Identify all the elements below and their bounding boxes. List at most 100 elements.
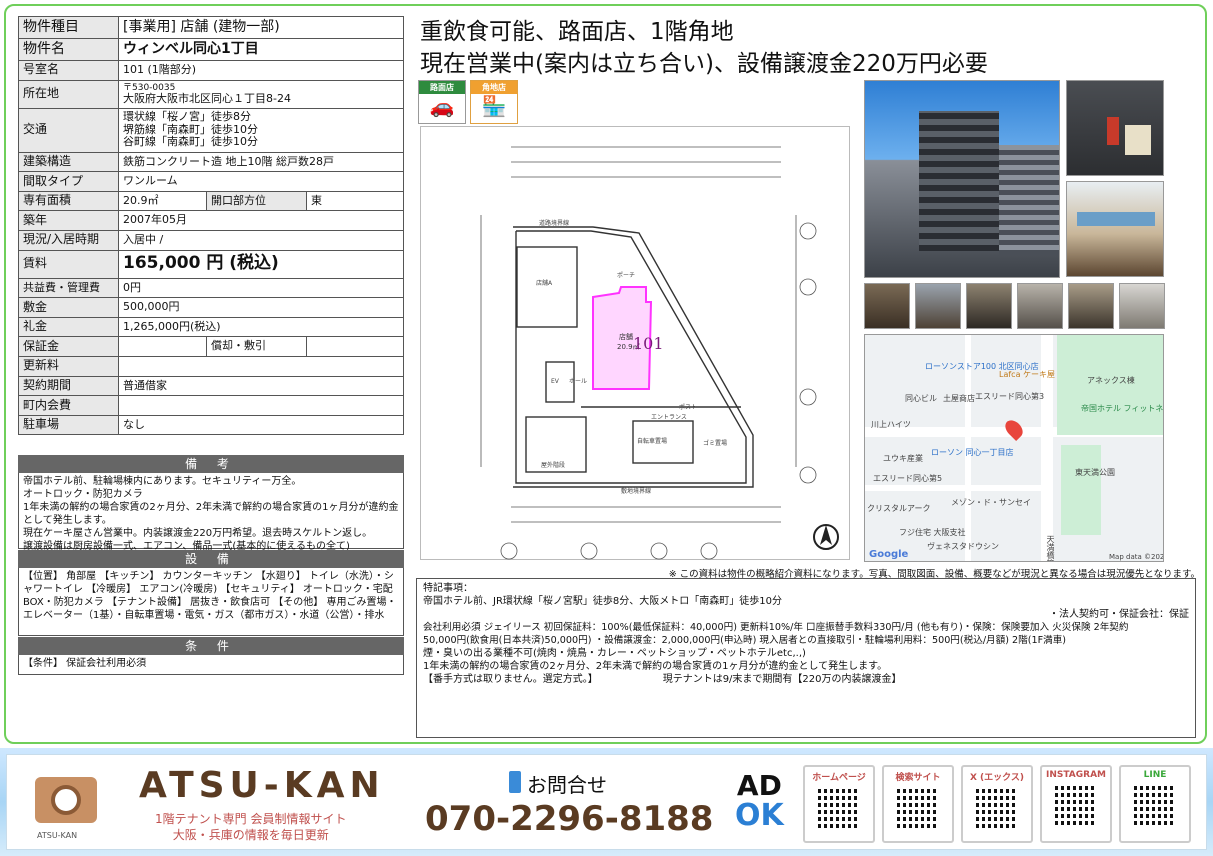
notes-line: 会社利用必須 ジェイリース 初回保証料：100%(最低保証料：40,000円) … xyxy=(423,622,1129,633)
thumbnail-photo[interactable] xyxy=(864,283,910,329)
footer-inner: ATSU-KAN ATSU-KAN 1階テナント専門 会員制情報サイト 大阪・兵… xyxy=(6,754,1207,850)
key-money-label: 礼金 xyxy=(18,316,119,338)
ok-text: OK xyxy=(735,798,784,833)
key-money-value: 1,265,000円(税込) xyxy=(118,316,404,338)
location-pin-icon xyxy=(1001,416,1027,442)
store-a-label: 店舗A xyxy=(536,279,553,287)
area-value: 20.9㎡ xyxy=(118,190,207,212)
qr-line[interactable]: LINE xyxy=(1119,765,1191,843)
qr-label: LINE xyxy=(1143,770,1167,780)
name-value: ウィンベル同心1丁目 xyxy=(118,38,404,61)
store-room-number: 101 xyxy=(633,334,664,353)
opening-value: 東 xyxy=(306,190,404,212)
remarks-header: 備 考 xyxy=(18,455,404,473)
thumbnail-photo[interactable] xyxy=(1119,283,1165,329)
qr-homepage[interactable]: ホームページ xyxy=(803,765,875,843)
qr-label: X (エックス) xyxy=(969,773,1025,783)
qr-code-icon xyxy=(1055,786,1097,828)
conditions-text: 【条件】 保証会社利用必須 xyxy=(23,658,147,669)
traffic-label: 交通 xyxy=(18,107,119,153)
brand-tagline-line: 1階テナント専門 会員制情報サイト xyxy=(155,812,347,826)
opening-label: 開口部方位 xyxy=(206,190,307,212)
store-room-label: 店舗 xyxy=(619,332,633,341)
remarks-line: オートロック・防犯カメラ xyxy=(23,489,143,500)
contract-label: 契約期間 xyxy=(18,375,119,397)
parking-value: なし xyxy=(118,414,404,436)
thumbnail-photo[interactable] xyxy=(966,283,1012,329)
guarantee-sub-label: 償却・敷引 xyxy=(206,336,307,357)
map-label: ヴェネスタドウシン xyxy=(927,542,999,551)
thumbnail-photo[interactable] xyxy=(1017,283,1063,329)
traffic-line: 環状線「桜ノ宮」徒歩8分 xyxy=(123,110,251,124)
site-boundary-label: 敷地境界線 xyxy=(621,487,651,495)
layout-label: 間取タイプ xyxy=(18,171,119,192)
guarantee-sub-value xyxy=(306,336,404,357)
map-label: ローソン 同心一丁目店 xyxy=(931,448,1014,457)
outdoor-stairs-label: 屋外階段 xyxy=(541,461,565,469)
association-label: 町内会費 xyxy=(18,395,119,416)
traffic-value: 環状線「桜ノ宮」徒歩8分 堺筋線「南森町」徒歩10分 谷町線「南森町」徒歩10分 xyxy=(118,107,404,153)
qr-code-icon xyxy=(818,789,860,831)
qr-code-icon xyxy=(976,789,1018,831)
qr-label: 検索サイト xyxy=(895,773,941,783)
parking-label: 駐車場 xyxy=(18,414,119,436)
storefront-icon: 🏪 xyxy=(481,94,507,118)
corner-store-label: 角地店 xyxy=(471,81,517,94)
location-map[interactable]: ローソンストア100 北区同心店 Lafca ケーキ屋 アネックス棟 帝国ホテル… xyxy=(864,334,1164,562)
qr-code-icon xyxy=(1134,786,1176,828)
qr-code-icon xyxy=(897,789,939,831)
map-label: 東天満公園 xyxy=(1075,468,1115,477)
ev-label: EV xyxy=(551,378,560,385)
road-store-tag: 路面店 🚗 xyxy=(418,80,466,124)
map-label: アネックス棟 xyxy=(1087,376,1135,385)
address-label: 所在地 xyxy=(18,79,119,109)
deposit-label: 敷金 xyxy=(18,297,119,318)
map-label: Lafca ケーキ屋 xyxy=(999,370,1056,379)
qr-instagram[interactable]: INSTAGRAM xyxy=(1040,765,1112,843)
qr-label: ホームページ xyxy=(812,773,866,783)
map-label: ユウキ産業 xyxy=(883,454,923,463)
traffic-line: 谷町線「南森町」徒歩10分 xyxy=(123,135,258,149)
remarks-body: 帝国ホテル前、駐輪場棟内にあります。セキュリティー万全。 オートロック・防犯カメ… xyxy=(18,473,404,552)
brand-tagline: 1階テナント専門 会員制情報サイト 大阪・兵庫の情報を毎日更新 xyxy=(155,811,346,843)
qr-search-site[interactable]: 検索サイト xyxy=(882,765,954,843)
google-logo: Google xyxy=(869,549,909,560)
floor-plan-drawing: 店舗 20.9㎡ 101 店舗A ポーチ エントランス ホール EV ポスト 自… xyxy=(480,146,839,560)
headline-line1: 重飲食可能、路面店、1階角地 xyxy=(420,19,734,45)
association-value xyxy=(118,395,404,416)
status-label: 現況/入居時期 xyxy=(18,229,119,251)
map-label: 同心ビル xyxy=(905,394,937,403)
status-value: 入居中 / xyxy=(118,229,404,251)
renewal-label: 更新料 xyxy=(18,355,119,377)
camera-lens-icon xyxy=(51,785,81,815)
headline-line2: 現在営業中(案内は立ち合い)、設備譲渡金220万円必要 xyxy=(420,51,988,77)
thumbnail-photo[interactable] xyxy=(915,283,961,329)
map-label: エスリード同心第3 xyxy=(975,392,1045,401)
footer-banner: ATSU-KAN ATSU-KAN 1階テナント専門 会員制情報サイト 大阪・兵… xyxy=(0,748,1213,856)
qr-label: INSTAGRAM xyxy=(1045,770,1106,780)
phone-number[interactable]: 070-2296-8188 xyxy=(425,799,713,839)
interior-photo xyxy=(1066,181,1164,277)
qr-x[interactable]: X (エックス) xyxy=(961,765,1033,843)
contract-value: 普通借家 xyxy=(118,375,404,397)
storefront-photo xyxy=(1066,80,1164,176)
equipment-header: 設 備 xyxy=(18,550,404,568)
ad-ok-badge: AD OK xyxy=(735,771,784,831)
deposit-value: 500,000円 xyxy=(118,297,404,318)
structure-label: 建築構造 xyxy=(18,151,119,173)
address-text: 大阪府大阪市北区同心１丁目8-24 xyxy=(123,91,291,105)
thumbnail-photo[interactable] xyxy=(1068,283,1114,329)
car-icon: 🚗 xyxy=(429,94,455,118)
logo-caption: ATSU-KAN xyxy=(37,831,78,840)
remarks-line: 帝国ホテル前、駐輪場棟内にあります。セキュリティー万全。 xyxy=(23,476,302,487)
map-label: フジ住宅 大阪支社 xyxy=(899,528,966,537)
renewal-value xyxy=(118,355,404,377)
map-label: 川上ハイツ xyxy=(871,420,911,429)
rent-value: 165,000 円 (税込) xyxy=(118,249,404,279)
remarks-line: 1年未満の解約の場合家賃の2ヶ月分、2年未満で解約の場合家賃の1ヶ月分が違約金と… xyxy=(23,502,399,526)
smartphone-icon xyxy=(509,771,521,793)
map-label: 天満橋筋 xyxy=(1046,535,1055,562)
address-value: 〒530-0035 大阪府大阪市北区同心１丁目8-24 xyxy=(118,79,404,109)
notes-line: 50,000円(飲食用(日本共済)50,000円) ・設備譲渡金：2,000,0… xyxy=(423,635,1067,646)
notes-line: ・法人契約可・保証会社：保証 xyxy=(1049,609,1189,620)
